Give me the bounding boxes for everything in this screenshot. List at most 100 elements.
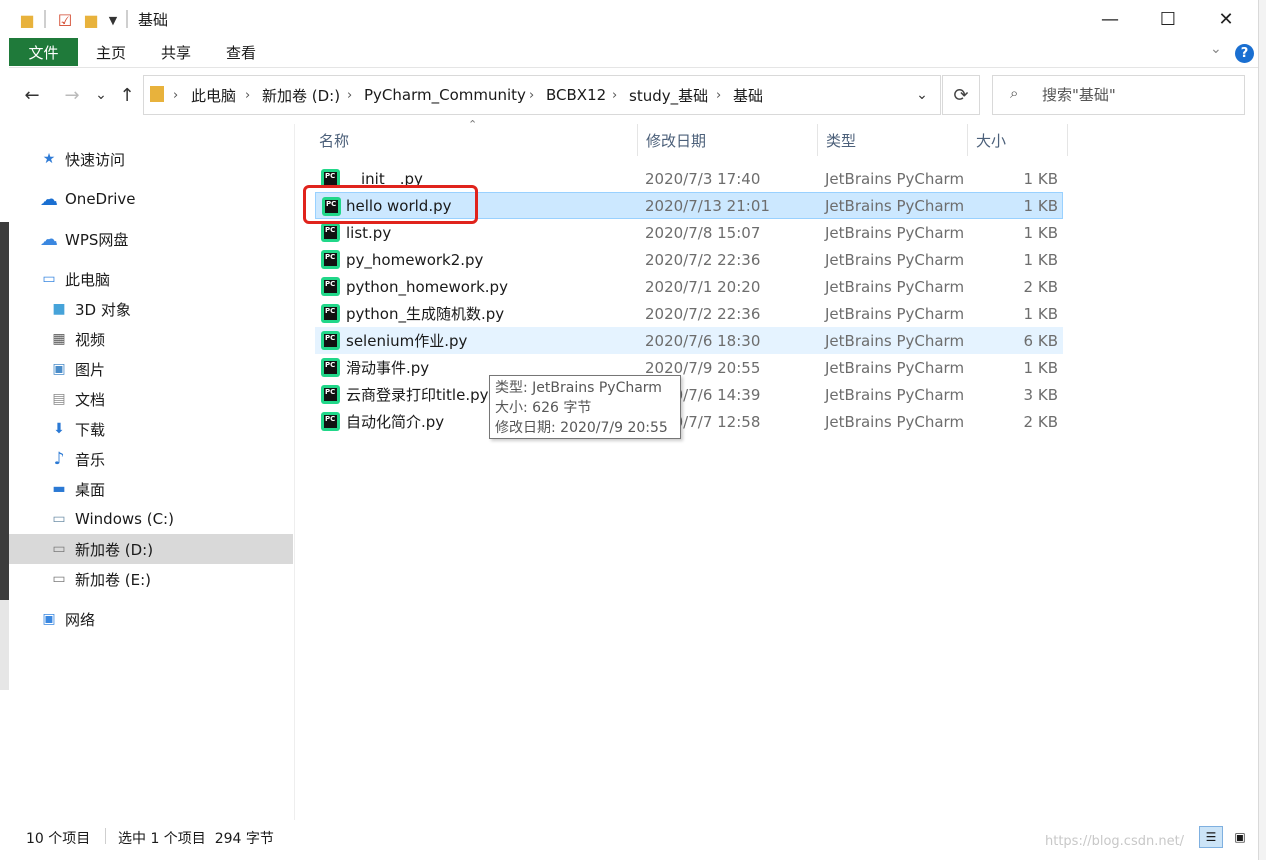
status-selection: 选中 1 个项目 294 字节 (118, 831, 274, 847)
file-type: JetBrains PyCharm (825, 250, 965, 269)
column-header-type[interactable]: 类型 (818, 124, 968, 156)
computer-icon: ▭ (42, 271, 56, 287)
sidebar-item-label: WPS网盘 (65, 230, 129, 249)
cube-icon: ■ (52, 301, 66, 317)
file-row[interactable]: PC py_homework2.py 2020/7/2 22:36 JetBra… (315, 246, 1063, 273)
maximize-button[interactable]: ☐ (1138, 0, 1198, 38)
details-view-icon[interactable]: ☰ (1199, 826, 1223, 848)
breadcrumb-separator[interactable]: › (245, 84, 250, 106)
sidebar-item-onedrive[interactable]: ☁ OneDrive (9, 184, 293, 214)
column-header-size[interactable]: 大小 (968, 124, 1068, 156)
help-icon[interactable]: ? (1235, 44, 1254, 63)
file-row[interactable]: PC 自动化简介.py 2020/7/7 12:58 JetBrains PyC… (315, 408, 1063, 435)
sidebar-item-documents[interactable]: ▤ 文档 (9, 384, 293, 414)
ribbon-collapse-icon[interactable]: ⌄ (1210, 41, 1222, 57)
film-icon: ▦ (52, 331, 66, 347)
breadcrumb-separator[interactable]: › (347, 84, 352, 106)
file-row[interactable]: PC python_生成随机数.py 2020/7/2 22:36 JetBra… (315, 300, 1063, 327)
up-button[interactable]: ↑ (116, 82, 138, 108)
file-date: 2020/7/6 18:30 (645, 331, 761, 350)
tab-view[interactable]: 查看 (226, 38, 256, 66)
breadcrumb-pycharm[interactable]: PyCharm_Community (364, 84, 526, 106)
background-edge-right (1258, 0, 1266, 860)
refresh-button[interactable]: ⟳ (942, 75, 980, 115)
sidebar-item-pictures[interactable]: ▣ 图片 (9, 354, 293, 384)
toolbar-divider (44, 10, 46, 28)
status-item-count: 10 个项目 (26, 831, 91, 847)
breadcrumb-current[interactable]: 基础 (733, 84, 763, 106)
folder-icon (150, 86, 164, 102)
breadcrumb-separator[interactable]: › (173, 84, 178, 106)
sidebar-item-desktop[interactable]: ▬ 桌面 (9, 474, 293, 504)
sidebar-item-drive-c[interactable]: ▭ Windows (C:) (9, 504, 293, 534)
music-icon: ♪ (53, 449, 65, 469)
sidebar-item-3d-objects[interactable]: ■ 3D 对象 (9, 294, 293, 324)
sidebar-item-videos[interactable]: ▦ 视频 (9, 324, 293, 354)
sidebar-item-label: 新加卷 (E:) (75, 570, 152, 589)
back-button[interactable]: ← (20, 82, 44, 108)
file-date: 2020/7/13 21:01 (645, 196, 770, 215)
file-type: JetBrains PyCharm (825, 196, 965, 215)
sidebar-item-wps[interactable]: ☁ WPS网盘 (9, 224, 293, 254)
document-icon: ▤ (52, 391, 66, 407)
sidebar-item-label: 图片 (75, 360, 106, 379)
sidebar-item-label: 新加卷 (D:) (75, 540, 154, 559)
sidebar-item-label: 音乐 (75, 450, 106, 469)
breadcrumb-study[interactable]: study_基础 (629, 84, 708, 106)
tab-share[interactable]: 共享 (161, 38, 191, 66)
tab-file[interactable]: 文件 (9, 38, 78, 66)
sidebar-item-label: 视频 (75, 330, 106, 349)
file-type: JetBrains PyCharm (825, 331, 965, 350)
tooltip-size: 大小: 626 字节 (495, 400, 592, 416)
address-dropdown-icon[interactable]: ⌄ (912, 82, 932, 108)
background-edge-left (0, 222, 9, 600)
forward-button[interactable]: → (60, 82, 84, 108)
breadcrumb-this-pc[interactable]: 此电脑 (191, 84, 236, 106)
file-row-hover[interactable]: PC selenium作业.py 2020/7/6 18:30 JetBrain… (315, 327, 1063, 354)
quick-access-dropdown-icon[interactable]: ▼ (106, 10, 120, 30)
file-name: 滑动事件.py (346, 359, 430, 377)
breadcrumb-separator[interactable]: › (612, 84, 617, 106)
pycharm-file-icon: PC (321, 223, 340, 242)
tooltip-date: 修改日期: 2020/7/9 20:55 (495, 420, 668, 436)
sidebar-item-downloads[interactable]: ⬇ 下载 (9, 414, 293, 444)
file-date: 2020/7/2 22:36 (645, 250, 761, 269)
sidebar-item-label: 下载 (75, 420, 106, 439)
minimize-button[interactable]: — (1080, 0, 1140, 38)
download-icon: ⬇ (53, 421, 65, 437)
breadcrumb-separator[interactable]: › (529, 84, 534, 106)
toolbar-divider (126, 10, 128, 28)
breadcrumb-separator[interactable]: › (716, 84, 721, 106)
file-row[interactable]: PC 滑动事件.py 2020/7/9 20:55 JetBrains PyCh… (315, 354, 1063, 381)
file-size: 1 KB (1023, 223, 1058, 242)
column-header-date[interactable]: 修改日期 (638, 124, 818, 156)
sidebar-item-label: 网络 (65, 610, 96, 629)
sidebar-item-quick-access[interactable]: ★ 快速访问 (9, 144, 293, 174)
properties-icon[interactable]: ☑ (56, 10, 74, 30)
file-size: 3 KB (1023, 385, 1058, 404)
sidebar-item-this-pc[interactable]: ▭ 此电脑 (9, 264, 293, 294)
column-header-name[interactable]: 名称 (311, 124, 638, 156)
pycharm-file-icon: PC (321, 304, 340, 323)
file-row[interactable]: PC python_homework.py 2020/7/1 20:20 Jet… (315, 273, 1063, 300)
close-button[interactable]: ✕ (1196, 0, 1256, 38)
pycharm-file-icon: PC (321, 412, 340, 431)
new-folder-icon[interactable]: ■ (82, 10, 100, 30)
breadcrumb-drive-d[interactable]: 新加卷 (D:) (262, 84, 340, 106)
sidebar-item-drive-e[interactable]: ▭ 新加卷 (E:) (9, 564, 293, 594)
tab-home[interactable]: 主页 (96, 38, 126, 66)
search-box[interactable] (992, 75, 1245, 115)
search-input[interactable]: 搜索"基础" (1042, 84, 1116, 105)
large-icons-view-icon[interactable]: ▣ (1228, 826, 1252, 848)
drive-e-icon: ▭ (52, 571, 66, 587)
status-divider (105, 828, 106, 844)
sidebar-item-drive-d[interactable]: ▭ 新加卷 (D:) (9, 534, 293, 564)
ribbon (9, 38, 1258, 68)
file-row[interactable]: PC 云商登录打印title.py 2020/7/6 14:39 JetBrai… (315, 381, 1063, 408)
recent-locations-button[interactable]: ⌄ (92, 82, 110, 108)
sidebar-item-music[interactable]: ♪ 音乐 (9, 444, 293, 474)
file-name: 云商登录打印title.py (346, 386, 489, 404)
sidebar-item-network[interactable]: ▣ 网络 (9, 604, 293, 634)
breadcrumb-bcbx12[interactable]: BCBX12 (546, 84, 606, 106)
file-date: 2020/7/3 17:40 (645, 169, 761, 188)
